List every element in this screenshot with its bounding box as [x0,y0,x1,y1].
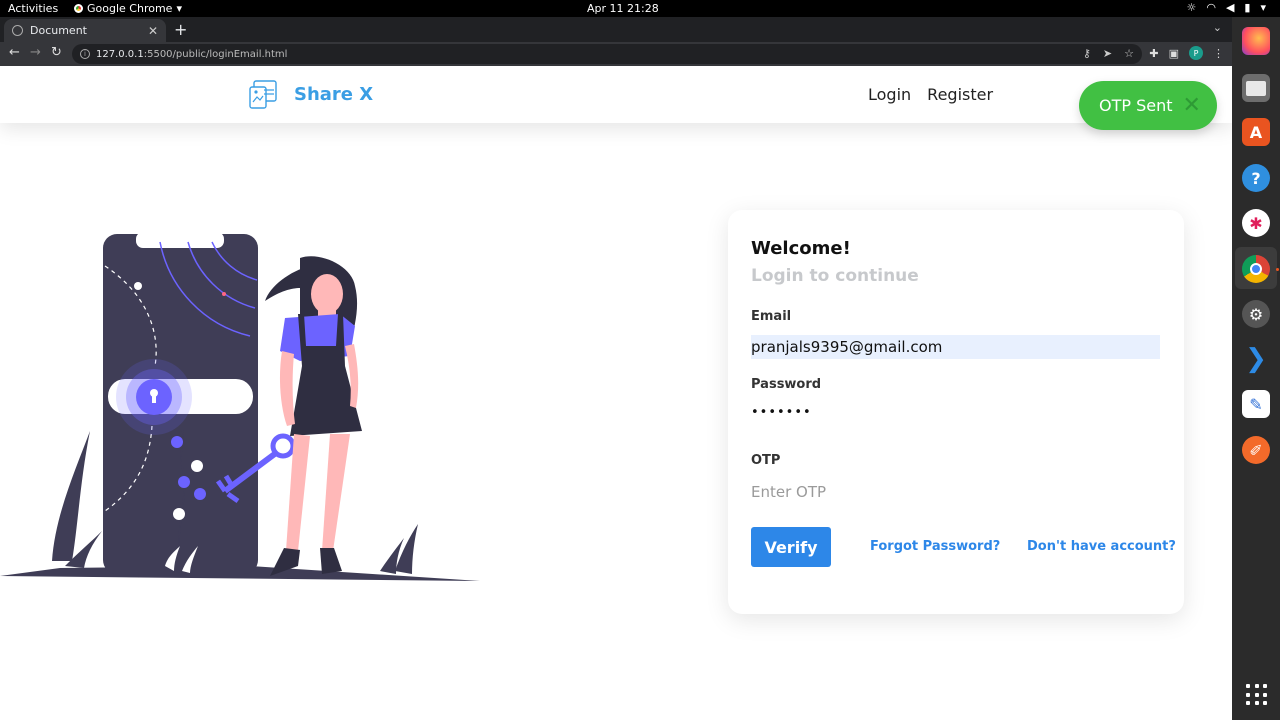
forgot-password-link[interactable]: Forgot Password? [870,539,1000,554]
email-label: Email [751,309,792,324]
app-menu-label: Google Chrome [87,2,173,15]
clock[interactable]: Apr 11 21:28 [587,2,659,15]
dock-firefox-icon[interactable] [1242,27,1270,55]
system-tray[interactable]: ☼ ◠ ◀ ▮ ▾ [1186,1,1266,14]
activities-button[interactable]: Activities [8,2,58,15]
welcome-heading: Welcome! [751,238,851,259]
new-tab-button[interactable]: + [174,20,187,39]
app-menu[interactable]: Google Chrome ▾ [74,2,182,15]
nav-register-link[interactable]: Register [927,85,993,104]
close-icon[interactable]: ✕ [1183,94,1201,117]
brand-name: Share X [294,83,374,105]
show-apps-icon[interactable] [1246,684,1268,706]
password-field[interactable] [751,400,1160,424]
site-header: Share X Login Register [0,66,1232,123]
dock-vscode-icon[interactable]: ❯ [1242,344,1270,374]
brand[interactable]: Share X [248,78,373,110]
battery-icon: ▮ [1244,1,1251,14]
star-icon[interactable]: ☆ [1124,47,1134,60]
email-field[interactable] [751,335,1160,359]
profile-avatar[interactable]: P [1189,46,1203,60]
key-icon[interactable]: ⚷ [1083,47,1091,60]
browser-tab[interactable]: Document ✕ [4,19,166,42]
forward-icon[interactable]: → [30,45,41,60]
chrome-icon [74,4,83,13]
main-nav: Login Register [868,85,993,104]
dock: A ? ✱ ⚙ ❯ ✎ ✐ [1232,17,1280,720]
web-page: Share X Login Register OTP Sent ✕ Welcom… [0,66,1232,720]
verify-button[interactable]: Verify [751,527,831,567]
volume-icon: ◀ [1225,1,1235,14]
brand-logo-icon [249,80,277,109]
dock-software-icon[interactable]: A [1242,118,1270,146]
login-illustration [0,232,480,581]
register-link[interactable]: Don't have account? [1027,539,1176,554]
caret-down-icon: ▾ [176,2,182,15]
login-card: Welcome! Login to continue Email Passwor… [728,210,1184,614]
dock-help-icon[interactable]: ? [1242,164,1270,192]
globe-icon [12,25,23,36]
url-host: 127.0.0.1 [96,48,144,60]
side-panel-icon[interactable]: ▣ [1169,47,1179,60]
toast-message: OTP Sent [1099,96,1173,115]
caret-down-icon: ▾ [1260,1,1266,14]
network-icon: ◠ [1206,1,1216,14]
reload-icon[interactable]: ↻ [51,45,62,60]
share-icon[interactable]: ➤ [1103,47,1112,60]
dock-settings-icon[interactable]: ⚙ [1242,300,1270,328]
tab-strip: Document ✕ + ⌄ [0,17,1232,42]
otp-sent-toast: OTP Sent ✕ [1079,81,1217,130]
dock-text-editor-icon[interactable]: ✎ [1242,390,1270,418]
extensions-icon[interactable]: ✚ [1149,47,1158,60]
login-subtitle: Login to continue [751,266,919,286]
dock-inkscape-icon[interactable]: ✐ [1242,436,1270,464]
dock-files-icon[interactable] [1242,74,1270,102]
otp-field[interactable] [751,480,1160,504]
address-bar[interactable]: i 127.0.0.1 :5500/public/loginEmail.html… [72,44,1142,64]
back-icon[interactable]: ← [9,45,20,60]
info-icon[interactable]: i [80,49,90,59]
password-label: Password [751,377,822,392]
browser-toolbar: ← → ↻ i 127.0.0.1 :5500/public/loginEmai… [0,42,1232,66]
running-indicator [1276,268,1279,271]
dock-slack-icon[interactable]: ✱ [1242,209,1270,237]
nav-login-link[interactable]: Login [868,85,911,104]
url-path: :5500/public/loginEmail.html [143,48,288,60]
close-tab-icon[interactable]: ✕ [148,24,158,38]
otp-label: OTP [751,453,781,468]
menu-icon[interactable]: ⋮ [1213,47,1224,60]
tab-title: Document [30,24,87,37]
brightness-icon: ☼ [1186,1,1197,14]
system-top-bar: Activities Google Chrome ▾ Apr 11 21:28 … [0,0,1280,17]
tab-search-button[interactable]: ⌄ [1213,21,1222,34]
dock-chrome-icon[interactable] [1242,255,1270,283]
